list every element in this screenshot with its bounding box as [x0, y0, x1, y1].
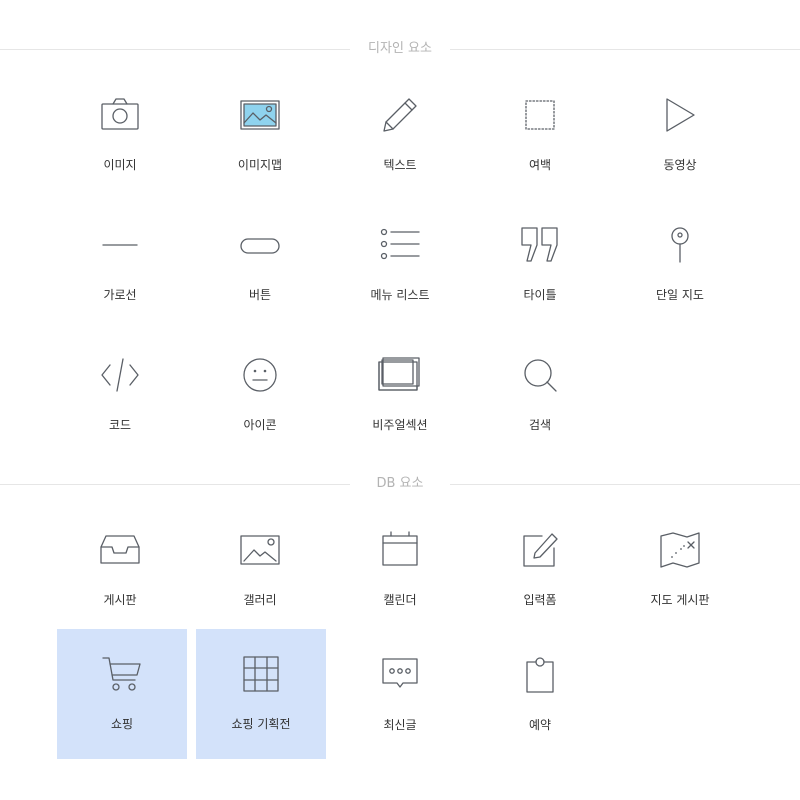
tile-label: 예약: [528, 718, 552, 732]
pencil-icon: [380, 95, 420, 135]
tile-label: 여백: [528, 158, 552, 172]
image-map-icon: [240, 95, 280, 135]
tile-image[interactable]: 이미지: [55, 70, 185, 200]
clipboard-icon: [520, 655, 560, 695]
section-header-db: DB 요소: [0, 474, 800, 494]
edit-form-icon: [520, 530, 560, 570]
section-header-design: 디자인 요소: [0, 39, 800, 59]
face-icon: [240, 355, 280, 395]
tile-input-form[interactable]: 입력폼: [475, 505, 605, 635]
tile-label: 게시판: [103, 593, 137, 607]
tile-shopping-promotion[interactable]: 쇼핑 기획전: [196, 629, 326, 759]
tile-text[interactable]: 텍스트: [335, 70, 465, 200]
divider-line: [0, 484, 350, 485]
tile-menu-list[interactable]: 메뉴 리스트: [335, 200, 465, 330]
tile-label: 검색: [528, 418, 552, 432]
tile-image-map[interactable]: 이미지맵: [195, 70, 325, 200]
button-icon: [240, 225, 280, 265]
divider-line: [450, 49, 800, 50]
tile-label: 쇼핑 기획전: [231, 717, 291, 731]
map-pin-icon: [660, 225, 700, 265]
tile-reservation[interactable]: 예약: [475, 630, 605, 760]
tile-spacing[interactable]: 여백: [475, 70, 605, 200]
tile-label: 동영상: [663, 158, 697, 172]
calendar-icon: [380, 530, 420, 570]
tile-search[interactable]: 검색: [475, 330, 605, 460]
tile-label: 이미지맵: [237, 158, 283, 172]
section-title-db: DB 요소: [376, 476, 424, 491]
tile-label: 코드: [108, 418, 132, 432]
divider-line: [0, 49, 350, 50]
list-icon: [380, 225, 420, 265]
camera-icon: [100, 95, 140, 135]
tile-label: 쇼핑: [110, 717, 134, 731]
tile-calendar[interactable]: 캘린더: [335, 505, 465, 635]
tile-label: 갤러리: [243, 593, 277, 607]
tile-map-board[interactable]: 지도 게시판: [615, 505, 745, 635]
tile-gallery[interactable]: 갤러리: [195, 505, 325, 635]
tile-shopping[interactable]: 쇼핑: [57, 629, 187, 759]
inbox-icon: [100, 530, 140, 570]
search-icon: [520, 355, 560, 395]
tile-code[interactable]: 코드: [55, 330, 185, 460]
tile-label: 입력폼: [523, 593, 557, 607]
tile-visual-section[interactable]: 비주얼섹션: [335, 330, 465, 460]
quote-icon: [520, 225, 560, 265]
chat-bubble-icon: [380, 655, 420, 695]
tile-label: 텍스트: [383, 158, 417, 172]
grid-icon: [241, 654, 281, 694]
tile-label: 가로선: [103, 288, 137, 302]
divider-line: [450, 484, 800, 485]
dotted-square-icon: [520, 95, 560, 135]
tile-title[interactable]: 타이틀: [475, 200, 605, 330]
horizontal-line-icon: [100, 225, 140, 265]
tile-label: 타이틀: [523, 288, 557, 302]
play-icon: [660, 95, 700, 135]
tile-label: 아이콘: [243, 418, 277, 432]
tile-label: 버튼: [248, 288, 272, 302]
tile-label: 최신글: [383, 718, 417, 732]
tile-label: 캘린더: [383, 593, 417, 607]
tile-horizontal-line[interactable]: 가로선: [55, 200, 185, 330]
tile-button[interactable]: 버튼: [195, 200, 325, 330]
tile-label: 이미지: [103, 158, 137, 172]
tile-latest-posts[interactable]: 최신글: [335, 630, 465, 760]
tile-label: 비주얼섹션: [372, 418, 428, 432]
gallery-icon: [240, 530, 280, 570]
tile-icon[interactable]: 아이콘: [195, 330, 325, 460]
tile-board[interactable]: 게시판: [55, 505, 185, 635]
tile-single-map[interactable]: 단일 지도: [615, 200, 745, 330]
tile-label: 지도 게시판: [650, 593, 710, 607]
code-icon: [100, 355, 140, 395]
cart-icon: [102, 654, 142, 694]
map-board-icon: [660, 530, 700, 570]
tile-video[interactable]: 동영상: [615, 70, 745, 200]
section-title-design: 디자인 요소: [368, 41, 432, 56]
layers-icon: [378, 355, 420, 395]
tile-label: 메뉴 리스트: [370, 288, 430, 302]
tile-label: 단일 지도: [656, 288, 704, 302]
